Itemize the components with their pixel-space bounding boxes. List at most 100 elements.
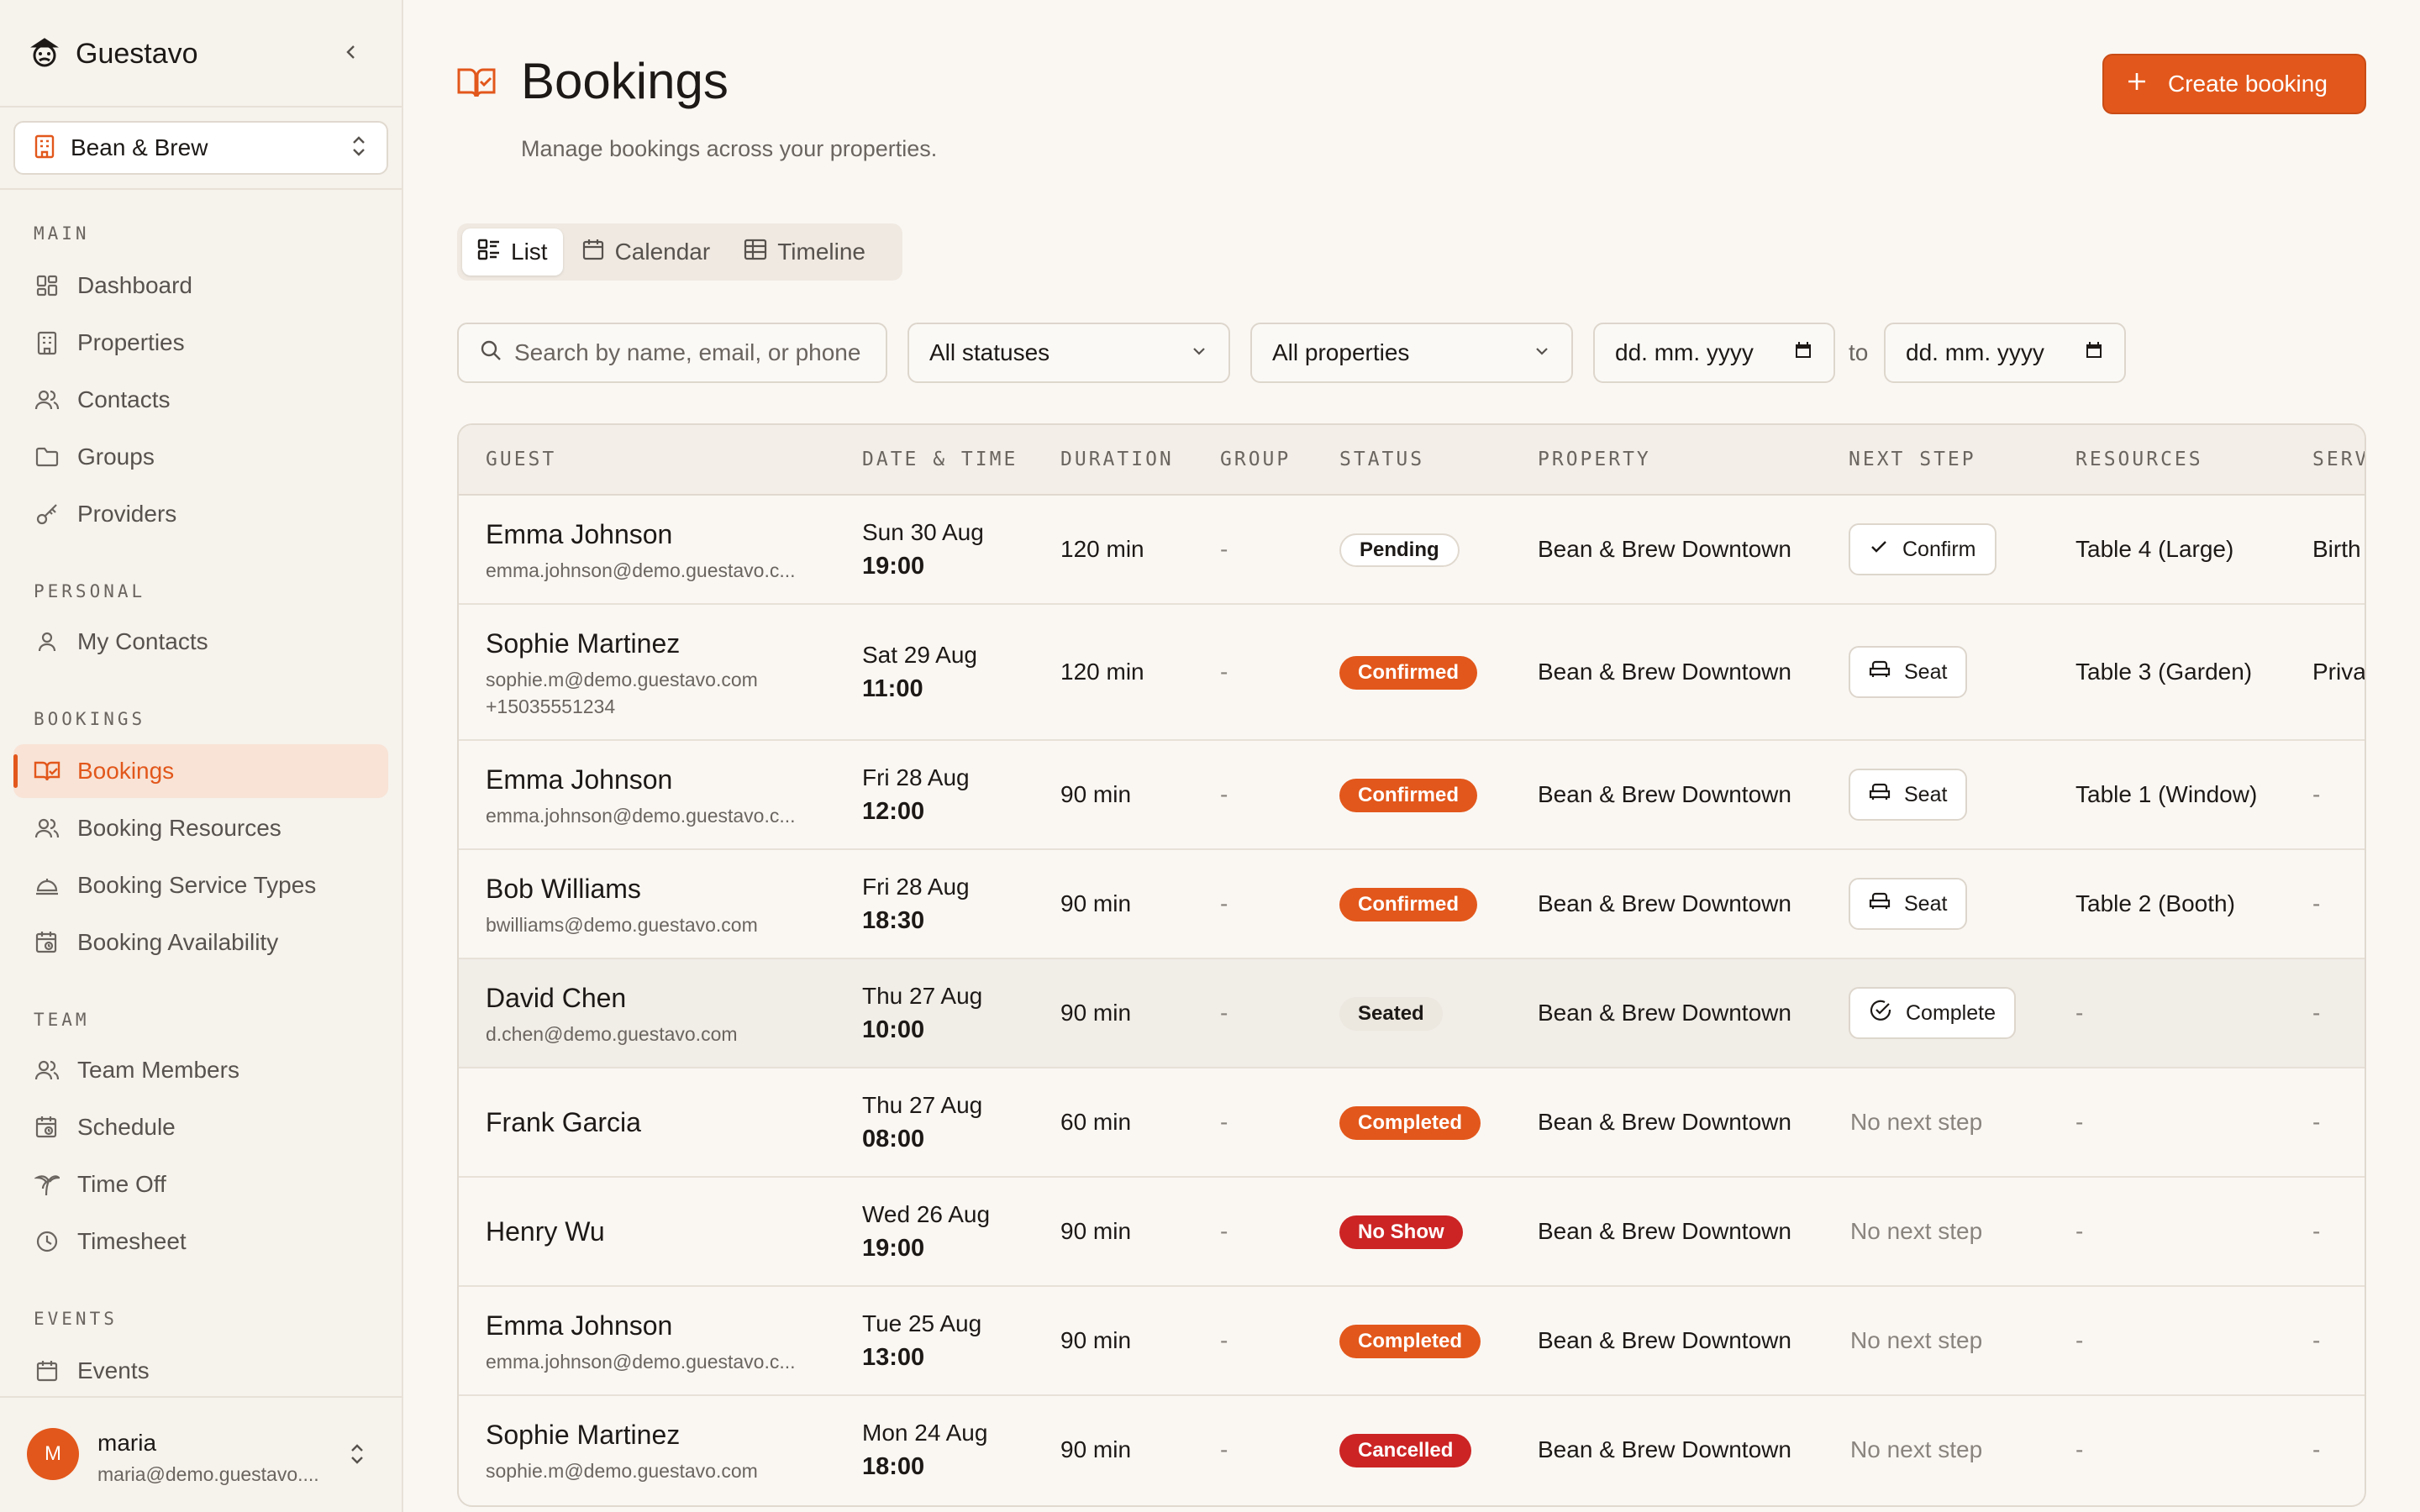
tab-list[interactable]: List <box>462 228 563 276</box>
booking-date: Tue 25 Aug <box>862 1310 982 1336</box>
sidebar-item-booking-availability[interactable]: Booking Availability <box>13 916 388 969</box>
guest-name: Bob Williams <box>486 874 641 904</box>
column-header-property[interactable]: PROPERTY <box>1538 449 1651 470</box>
status-filter[interactable]: All statuses <box>908 323 1230 383</box>
guest-name: Henry Wu <box>486 1216 605 1247</box>
booking-duration: 90 min <box>1060 890 1132 916</box>
status-badge: Cancelled <box>1339 1434 1472 1467</box>
table-row[interactable]: Sophie Martinez sophie.m@demo.guestavo.c… <box>459 605 2365 741</box>
tab-calendar[interactable]: Calendar <box>566 228 726 276</box>
column-header-group[interactable]: GROUP <box>1220 449 1291 470</box>
sidebar-item-team-members[interactable]: Team Members <box>13 1043 388 1097</box>
booking-date: Thu 27 Aug <box>862 983 983 1009</box>
sidebar-item-providers[interactable]: Providers <box>13 487 388 541</box>
sidebar-item-booking-resources[interactable]: Booking Resources <box>13 801 388 855</box>
chevron-down-icon <box>1533 339 1551 366</box>
booking-property: Bean & Brew Downtown <box>1538 1436 1791 1462</box>
sidebar-item-time-off[interactable]: Time Off <box>13 1158 388 1211</box>
grid-icon <box>744 239 767 266</box>
column-header-date-time[interactable]: DATE & TIME <box>862 449 1018 470</box>
booking-service: - <box>2312 1218 2321 1244</box>
create-booking-button[interactable]: Create booking <box>2102 54 2366 114</box>
status-filter-value: All statuses <box>929 339 1050 365</box>
table-row[interactable]: Emma Johnson emma.johnson@demo.guestavo.… <box>459 496 2365 605</box>
booking-property: Bean & Brew Downtown <box>1538 781 1791 807</box>
sidebar-item-schedule[interactable]: Schedule <box>13 1100 388 1154</box>
sidebar-item-properties[interactable]: Properties <box>13 316 388 370</box>
seat-button[interactable]: Seat <box>1849 769 1968 821</box>
property-selector[interactable]: Bean & Brew <box>13 121 388 175</box>
guest-phone: +15035551234 <box>486 696 616 717</box>
sidebar-item-contacts[interactable]: Contacts <box>13 373 388 427</box>
sidebar-item-booking-service-types[interactable]: Booking Service Types <box>13 858 388 912</box>
complete-button[interactable]: Complete <box>1849 987 2016 1039</box>
tab-label: Timeline <box>777 239 865 265</box>
sidebar-item-dashboard[interactable]: Dashboard <box>13 259 388 312</box>
dashboard-icon <box>34 272 60 299</box>
guest-name: Emma Johnson <box>486 1310 673 1341</box>
guest-email: emma.johnson@demo.guestavo.c... <box>486 1351 796 1373</box>
booking-duration: 90 min <box>1060 1000 1132 1026</box>
sidebar-item-label: Team Members <box>77 1057 239 1083</box>
collapse-sidebar-button[interactable] <box>336 39 366 69</box>
search-input[interactable]: Search by name, email, or phone <box>514 339 865 366</box>
table-row[interactable]: Emma Johnson emma.johnson@demo.guestavo.… <box>459 741 2365 850</box>
booking-resources: Table 4 (Large) <box>2075 536 2234 562</box>
divider <box>0 188 402 190</box>
date-from-field[interactable]: dd. mm. yyyy <box>1593 323 1835 383</box>
list-icon <box>477 239 501 266</box>
column-header-guest[interactable]: GUEST <box>486 449 556 470</box>
booking-date: Wed 26 Aug <box>862 1201 991 1227</box>
booking-date: Fri 28 Aug <box>862 764 970 790</box>
user-icon <box>34 628 60 655</box>
calendar-icon <box>2084 339 2104 366</box>
bookings-table: GUEST DATE & TIME DURATION GROUP STATUS … <box>457 423 2366 1507</box>
booking-time: 11:00 <box>862 675 923 702</box>
brand[interactable]: Guestavo <box>27 34 198 74</box>
divider <box>0 106 402 108</box>
search-field[interactable]: Search by name, email, or phone <box>457 323 887 383</box>
table-row[interactable]: Emma Johnson emma.johnson@demo.guestavo.… <box>459 1287 2365 1396</box>
sidebar-item-timesheet[interactable]: Timesheet <box>13 1215 388 1268</box>
guest-email: emma.johnson@demo.guestavo.c... <box>486 805 796 827</box>
user-name: maria <box>97 1430 157 1456</box>
nav-section-events: EVENTS <box>34 1309 118 1329</box>
booking-duration: 90 min <box>1060 1218 1132 1244</box>
folder-icon <box>34 444 60 470</box>
seat-button[interactable]: Seat <box>1849 646 1968 698</box>
sidebar: Guestavo Bean & Brew MAIN Dashboard Prop… <box>0 0 403 1512</box>
column-header-resources[interactable]: RESOURCES <box>2075 449 2203 470</box>
booking-group: - <box>1220 1000 1228 1026</box>
column-header-status[interactable]: STATUS <box>1339 449 1424 470</box>
seat-icon <box>1869 891 1891 917</box>
column-header-duration[interactable]: DURATION <box>1060 449 1174 470</box>
date-to-field[interactable]: dd. mm. yyyy <box>1884 323 2126 383</box>
column-header-service[interactable]: SERV <box>2312 449 2365 470</box>
table-row[interactable]: Frank Garcia Thu 27 Aug 08:00 60 min - C… <box>459 1068 2365 1178</box>
next-step-label: Complete <box>1906 1000 1996 1025</box>
table-row[interactable]: Sophie Martinez sophie.m@demo.guestavo.c… <box>459 1396 2365 1505</box>
sidebar-item-my-contacts[interactable]: My Contacts <box>13 615 388 669</box>
user-menu[interactable]: M maria maria@demo.guestavo.... <box>0 1396 402 1512</box>
booking-property: Bean & Brew Downtown <box>1538 536 1791 562</box>
column-header-next-step[interactable]: NEXT STEP <box>1849 449 1976 470</box>
tab-timeline[interactable]: Timeline <box>729 228 881 276</box>
table-row[interactable]: Henry Wu Wed 26 Aug 19:00 90 min - No Sh… <box>459 1178 2365 1287</box>
sidebar-item-events[interactable]: Events <box>13 1344 388 1398</box>
tab-label: Calendar <box>614 239 711 265</box>
booking-property: Bean & Brew Downtown <box>1538 1327 1791 1353</box>
sidebar-item-bookings[interactable]: Bookings <box>13 744 388 798</box>
confirm-button[interactable]: Confirm <box>1849 523 1996 575</box>
booking-property: Bean & Brew Downtown <box>1538 1109 1791 1135</box>
properties-icon <box>34 329 60 356</box>
table-row[interactable]: Bob Williams bwilliams@demo.guestavo.com… <box>459 850 2365 959</box>
seat-button[interactable]: Seat <box>1849 878 1968 930</box>
booking-duration: 120 min <box>1060 536 1144 562</box>
booking-duration: 60 min <box>1060 1109 1132 1135</box>
property-filter[interactable]: All properties <box>1250 323 1573 383</box>
next-step-text: No next step <box>1850 1436 1983 1462</box>
table-row[interactable]: David Chen d.chen@demo.guestavo.com Thu … <box>459 959 2365 1068</box>
booking-group: - <box>1220 1327 1228 1353</box>
sidebar-item-groups[interactable]: Groups <box>13 430 388 484</box>
sidebar-item-label: Bookings <box>77 758 175 784</box>
